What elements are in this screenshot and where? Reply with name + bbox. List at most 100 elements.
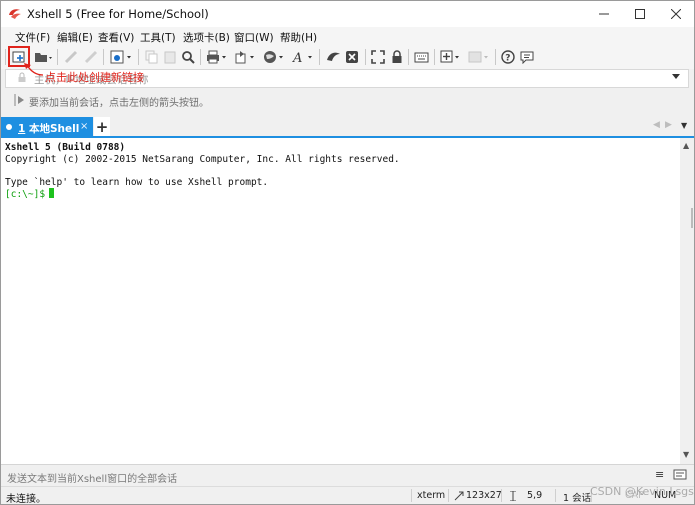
tab-prev-button[interactable]: ◀	[653, 120, 660, 130]
session-count: 1 会话	[563, 493, 592, 504]
lock-icon	[392, 50, 402, 63]
tab-close-button[interactable]: ×	[80, 121, 88, 132]
watermark: CSDN @Kevin Lsgs	[590, 485, 694, 498]
minimize-button[interactable]	[586, 1, 622, 27]
status-separator	[448, 489, 449, 502]
terminal-prompt: [c:\~]$	[5, 189, 46, 200]
toolbar-separator	[138, 49, 139, 65]
terminal-line: Type `help' to learn how to use Xshell p…	[5, 176, 269, 188]
reconnect-button[interactable]	[64, 48, 78, 66]
tab-menu-button[interactable]: ▼	[681, 121, 687, 130]
properties-button[interactable]	[110, 48, 132, 66]
title-bar: Xshell 5 (Free for Home/School)	[1, 1, 694, 27]
terminal-size: 123x27	[466, 490, 502, 501]
print-button[interactable]	[206, 48, 228, 66]
annotation-text: 点击此处创建新链接	[45, 71, 144, 84]
disconnect-button[interactable]	[84, 48, 98, 66]
toolbar: A ?	[1, 45, 694, 69]
help-button[interactable]: ?	[501, 48, 516, 66]
compose-menu-button[interactable]: ≡	[655, 468, 664, 481]
xshell-window: Xshell 5 (Free for Home/School) 文件(F) 编辑…	[0, 0, 695, 505]
lock-button[interactable]	[390, 48, 404, 66]
transfer-button[interactable]	[234, 48, 256, 66]
terminal-scrollbar[interactable]: ▲ ▼	[680, 138, 694, 464]
toolbar-separator	[408, 49, 409, 65]
toolbar-separator	[103, 49, 104, 65]
tab-number: 1	[18, 123, 26, 135]
layout-button[interactable]	[468, 48, 490, 66]
links-bar-hint: 要添加当前会话，点击左侧的箭头按钮。	[29, 98, 209, 109]
tab-bar: 1 本地Shell × + ◀ ▶ ▼	[1, 115, 694, 137]
paste-icon	[164, 51, 176, 64]
xmanager-button[interactable]	[345, 48, 360, 66]
new-tab-icon	[440, 50, 459, 63]
scrollbar-grip[interactable]	[691, 208, 693, 228]
menu-window[interactable]: 窗口(W)	[234, 30, 274, 45]
copy-button[interactable]	[145, 48, 159, 66]
menu-bar: 文件(F) 编辑(E) 查看(V) 工具(T) 选项卡(B) 窗口(W) 帮助(…	[1, 27, 694, 45]
terminal-cursor	[49, 188, 55, 198]
menu-tools[interactable]: 工具(T)	[140, 30, 176, 45]
annotation-arrow-icon	[24, 63, 44, 76]
xshell-logo-icon	[9, 9, 21, 19]
globe-button[interactable]	[263, 48, 285, 66]
disconnect-icon	[84, 50, 98, 64]
maximize-icon	[635, 9, 645, 19]
fullscreen-icon	[371, 50, 385, 64]
maximize-button[interactable]	[622, 1, 658, 27]
cursor-position: 5,9	[527, 490, 543, 501]
help-icon: ?	[501, 50, 515, 64]
chat-button[interactable]	[520, 48, 535, 66]
terminal-line: Xshell 5 (Build 0788)	[5, 142, 126, 153]
copy-icon	[145, 50, 158, 64]
chat-icon	[520, 51, 534, 64]
transfer-icon	[235, 51, 254, 64]
terminal-area[interactable]: Xshell 5 (Build 0788) Copyright (c) 2002…	[1, 138, 680, 464]
add-session-arrow-icon[interactable]	[13, 93, 25, 107]
keyboard-button[interactable]	[414, 48, 429, 66]
layout-icon	[468, 51, 488, 63]
tab-local-shell[interactable]: 1 本地Shell ×	[1, 117, 93, 137]
toolbar-separator	[365, 49, 366, 65]
find-button[interactable]	[181, 48, 195, 66]
xftp-button[interactable]	[326, 48, 341, 66]
menu-file[interactable]: 文件(F)	[15, 30, 50, 45]
font-icon: A	[292, 51, 312, 64]
cursor-position-icon	[510, 491, 516, 501]
fullscreen-button[interactable]	[371, 48, 385, 66]
terminal-type: xterm	[417, 490, 446, 501]
resize-icon	[454, 491, 464, 501]
toolbar-separator	[200, 49, 201, 65]
paste-button[interactable]	[163, 48, 177, 66]
new-tab-plus-button[interactable]: +	[94, 117, 110, 137]
open-folder-icon	[35, 53, 52, 62]
reconnect-icon	[64, 50, 78, 64]
toolbar-separator	[434, 49, 435, 65]
status-separator	[411, 489, 412, 502]
xftp-icon	[327, 52, 340, 61]
tab-next-button[interactable]: ▶	[665, 120, 672, 130]
globe-icon	[264, 51, 283, 63]
terminal-line: Copyright (c) 2002-2015 NetSarang Comput…	[5, 153, 400, 165]
new-tab-button[interactable]	[440, 48, 462, 66]
address-dropdown-icon[interactable]	[672, 74, 680, 80]
window-title: Xshell 5 (Free for Home/School)	[27, 7, 209, 21]
menu-help[interactable]: 帮助(H)	[280, 30, 317, 45]
find-icon	[182, 51, 195, 64]
toolbar-grip	[5, 49, 6, 65]
svg-text:?: ?	[505, 54, 510, 64]
font-button[interactable]: A	[292, 48, 314, 66]
menu-edit[interactable]: 编辑(E)	[57, 30, 93, 45]
scroll-up-icon[interactable]: ▲	[683, 141, 689, 150]
close-icon	[671, 9, 681, 19]
menu-tabs[interactable]: 选项卡(B)	[183, 30, 230, 45]
compose-send-icon[interactable]	[673, 468, 687, 482]
keyboard-icon	[414, 52, 429, 63]
scroll-down-icon[interactable]: ▼	[683, 450, 689, 459]
close-button[interactable]	[658, 1, 694, 27]
tab-label: 1 本地Shell	[18, 121, 79, 136]
menu-view[interactable]: 查看(V)	[98, 30, 134, 45]
svg-text:A: A	[292, 51, 302, 64]
toolbar-separator	[319, 49, 320, 65]
compose-bar[interactable]: 发送文本到当前Xshell窗口的全部会话 ≡	[1, 464, 694, 486]
